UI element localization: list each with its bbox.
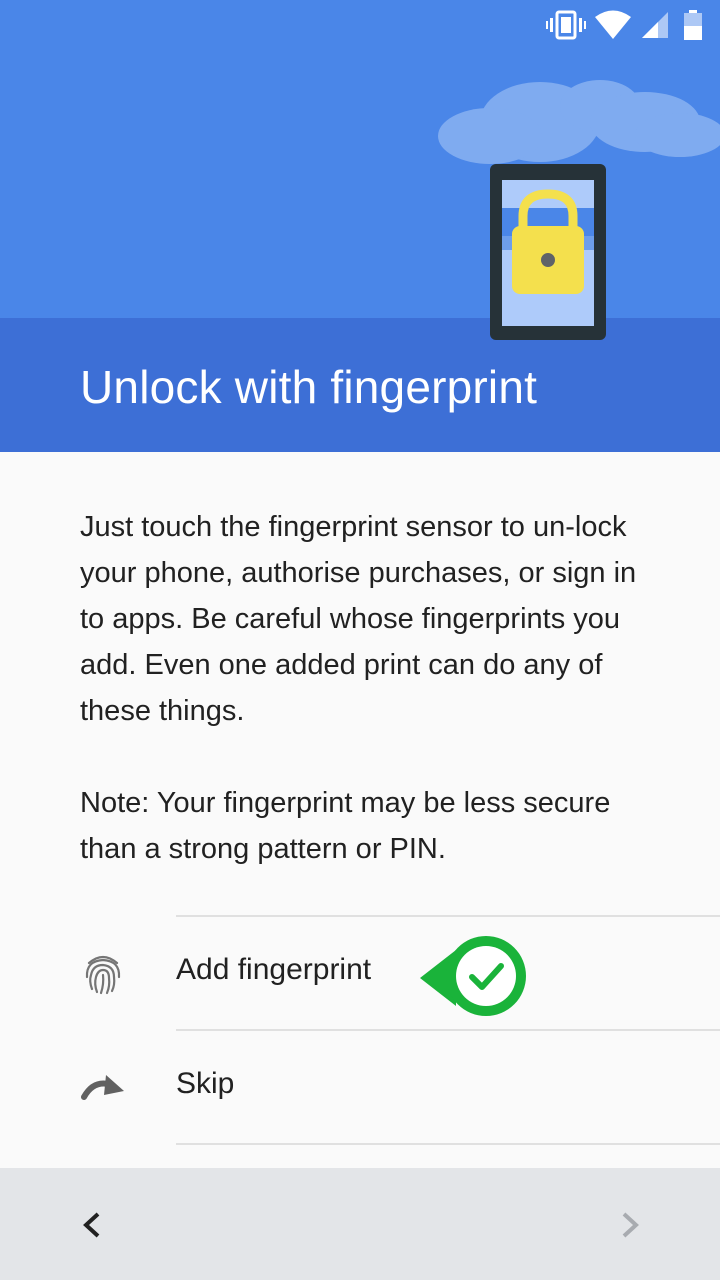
- back-button[interactable]: [40, 1168, 140, 1280]
- chevron-right-icon: [622, 1212, 639, 1238]
- battery-icon: [684, 10, 702, 40]
- add-fingerprint-label: Add fingerprint: [176, 953, 372, 986]
- skip-label: Skip: [176, 1067, 235, 1100]
- wifi-icon: [595, 10, 631, 39]
- fingerprint-icon: [85, 955, 121, 995]
- navigation-bar: [0, 1168, 720, 1280]
- signal-icon: [642, 12, 668, 38]
- chevron-left-icon: [83, 1212, 100, 1238]
- next-button[interactable]: [580, 1168, 680, 1280]
- check-pointer-icon: [420, 936, 526, 1016]
- page-title: Unlock with fingerprint: [80, 361, 538, 413]
- divider: [176, 1143, 720, 1145]
- skip-option[interactable]: Skip: [0, 1031, 720, 1143]
- skip-arrow-icon: [81, 1075, 124, 1100]
- description-text: Just touch the fingerprint sensor to un-…: [80, 511, 637, 727]
- security-note: Note: Your fingerprint may be less secur…: [80, 787, 611, 865]
- add-fingerprint-option[interactable]: Add fingerprint: [0, 917, 720, 1029]
- status-bar: [0, 0, 720, 48]
- phone-lock-illustration: [438, 80, 720, 340]
- vibrate-icon: [546, 10, 586, 40]
- cloud-icon: [438, 80, 720, 164]
- header-banner: Unlock with fingerprint: [0, 0, 720, 452]
